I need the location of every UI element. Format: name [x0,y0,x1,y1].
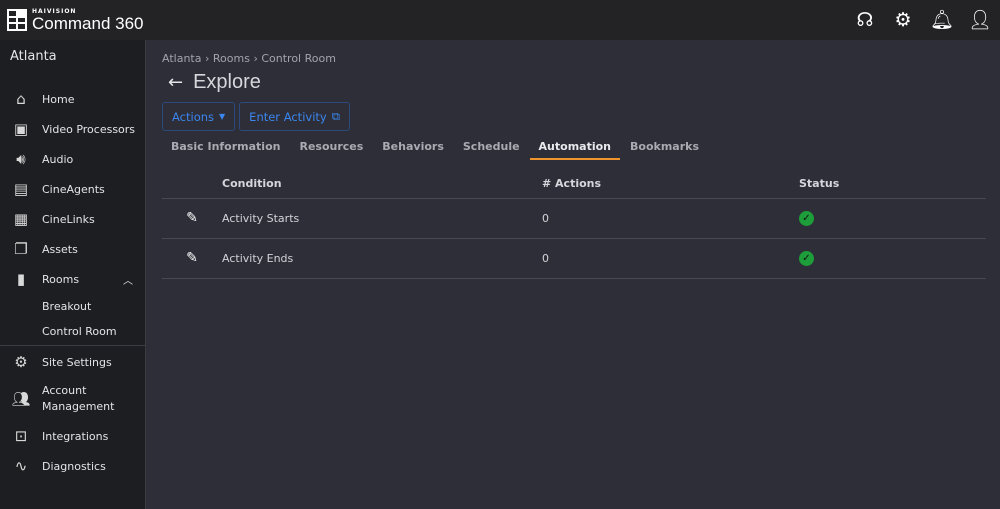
sidebar-item-label: Home [42,92,75,106]
actions-button[interactable]: Actions ▼ [162,102,236,131]
sidebar-item-diagnostics[interactable]: ∿ Diagnostics [0,451,145,481]
sidebar-item-label: Integrations [42,429,109,443]
tab-basic-information[interactable]: Basic Information [162,133,289,160]
breadcrumb-rooms[interactable]: Rooms [213,52,250,65]
sidebar-item-account-management[interactable]: 👥︎ Account Management [0,377,145,421]
condition-cell: Activity Starts [222,198,542,239]
sidebar-item-rooms[interactable]: ▮ Rooms ︿ [0,264,145,294]
sidebar-item-label: Audio [42,152,74,166]
main-content: Atlanta › Rooms › Control Room ← Explore … [162,52,986,279]
chevron-up-icon[interactable]: ︿ [123,272,133,287]
header-status: Status [799,170,986,199]
tab-behaviors[interactable]: Behaviors [373,133,453,160]
breadcrumb-atlanta[interactable]: Atlanta [162,52,201,65]
sidebar-item-label: Diagnostics [42,459,106,473]
sidebar-item-cinelinks[interactable]: ▦ CineLinks [0,204,145,234]
sidebar-item-breakout[interactable]: Breakout [0,294,145,319]
speaker-icon: 🔊︎ [16,150,26,168]
tab-schedule[interactable]: Schedule [454,133,529,160]
link-icon: ▦ [13,210,29,228]
sidebar-item-site-settings[interactable]: ⚙ Site Settings [0,347,145,377]
assets-icon: ❐ [14,240,28,258]
sidebar-item-video-processors[interactable]: ▣ Video Processors [0,114,145,144]
top-bar: HAIVISION Command 360 ☊ ⚙ 🔔︎ 👤︎ [0,0,1000,40]
sidebar-item-cineagents[interactable]: ▤ CineAgents [0,174,145,204]
edit-pencil-icon[interactable]: ✎ [162,238,222,279]
pulse-icon: ∿ [14,457,28,475]
settings-icon[interactable]: ⚙ [892,9,914,31]
logo-product: Command 360 [32,13,144,33]
door-icon: ▮ [16,270,26,288]
check-circle-icon: ✓ [799,250,814,266]
sidebar-item-label: Rooms [42,272,80,286]
table-header: Condition # Actions Status [162,170,986,199]
edit-pencil-icon[interactable]: ✎ [162,198,222,239]
terminal-icon: ⊡ [14,427,28,445]
bell-icon[interactable]: 🔔︎ [930,9,954,31]
automation-table: Condition # Actions Status ✎ Activity Start… [162,170,986,279]
tab-bar: Basic Information Resources Behaviors Sc… [162,133,986,160]
user-icon[interactable]: 👤︎ [968,9,992,31]
logo-icon [7,9,27,31]
home-icon: ⌂ [16,90,26,108]
back-arrow-icon[interactable]: ← [168,72,183,93]
sidebar-item-label: Site Settings [42,355,112,369]
processor-icon: ▣ [13,120,29,138]
sidebar-item-label: Control Room [42,325,117,338]
sidebar-item-control-room[interactable]: Control Room [0,319,145,344]
check-circle-icon: ✓ [799,210,814,226]
tab-automation[interactable]: Automation [529,133,621,160]
enter-activity-label: Enter Activity [249,109,327,124]
condition-cell: Activity Ends [222,238,542,279]
actions-label: Actions [172,109,215,124]
header-actions: # Actions [542,170,799,199]
divider [0,345,145,346]
sidebar: Atlanta ⌂ Home ▣ Video Processors 🔊︎ Audio … [0,40,146,509]
caret-down-icon: ▼ [219,112,226,121]
sidebar-item-audio[interactable]: 🔊︎ Audio [0,144,145,174]
actions-count-cell: 0 [542,238,799,279]
site-name: Atlanta [10,49,57,64]
sidebar-item-label: CineAgents [42,182,105,196]
table-row: ✎ Activity Starts 0 ✓ [162,198,986,239]
sidebar-item-label: Video Processors [42,122,136,136]
breadcrumb: Atlanta › Rooms › Control Room [162,52,986,65]
users-icon: 👥︎ [11,390,31,408]
external-link-icon: ⧉ [331,109,340,123]
enter-activity-button[interactable]: Enter Activity ⧉ [239,102,350,131]
table-row: ✎ Activity Ends 0 ✓ [162,238,986,279]
sidebar-item-label: CineLinks [42,212,95,226]
agent-icon: ▤ [13,180,29,198]
tab-resources[interactable]: Resources [290,133,372,160]
gear-icon: ⚙ [14,353,28,371]
breadcrumb-separator: › [204,52,210,65]
sidebar-item-label: Account Management [42,384,115,413]
headset-icon[interactable]: ☊ [854,9,876,31]
edit-column [162,170,222,199]
logo[interactable]: HAIVISION Command 360 [7,8,144,33]
sidebar-item-assets[interactable]: ❐ Assets [0,234,145,264]
breadcrumb-separator: › [253,52,258,65]
sidebar-item-label: Breakout [42,300,92,313]
sidebar-item-home[interactable]: ⌂ Home [0,84,145,114]
page-title: Explore [193,70,261,93]
sidebar-item-integrations[interactable]: ⊡ Integrations [0,421,145,451]
breadcrumb-control-room: Control Room [261,52,336,65]
actions-count-cell: 0 [542,198,799,239]
header-condition: Condition [222,170,542,199]
sidebar-item-label: Assets [42,242,78,256]
tab-bookmarks[interactable]: Bookmarks [621,133,708,160]
